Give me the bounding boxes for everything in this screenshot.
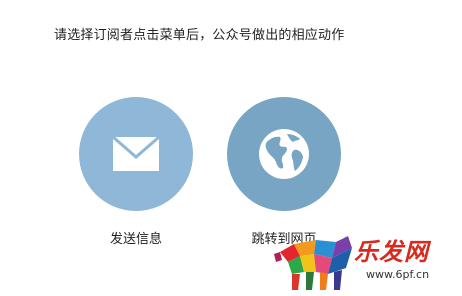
- watermark-url: www.6pf.cn: [366, 268, 430, 281]
- jump-to-webpage-circle[interactable]: [227, 97, 341, 211]
- bull-logo-icon: [274, 236, 352, 290]
- menu-action-panel: 请选择订阅者点击菜单后，公众号做出的相应动作 发送信息 跳转到网页 乐发网 ww…: [0, 0, 462, 296]
- send-message-label: 发送信息: [109, 232, 162, 247]
- jump-to-webpage-option[interactable]: 跳转到网页: [224, 97, 344, 247]
- envelope-icon: [112, 135, 160, 171]
- globe-icon: [259, 129, 309, 179]
- instruction-text: 请选择订阅者点击菜单后，公众号做出的相应动作: [54, 28, 345, 43]
- send-message-option[interactable]: 发送信息: [76, 97, 196, 247]
- watermark-brand: 乐发网: [354, 237, 429, 266]
- send-message-circle[interactable]: [79, 97, 193, 211]
- site-watermark: 乐发网 www.6pf.cn: [270, 232, 460, 294]
